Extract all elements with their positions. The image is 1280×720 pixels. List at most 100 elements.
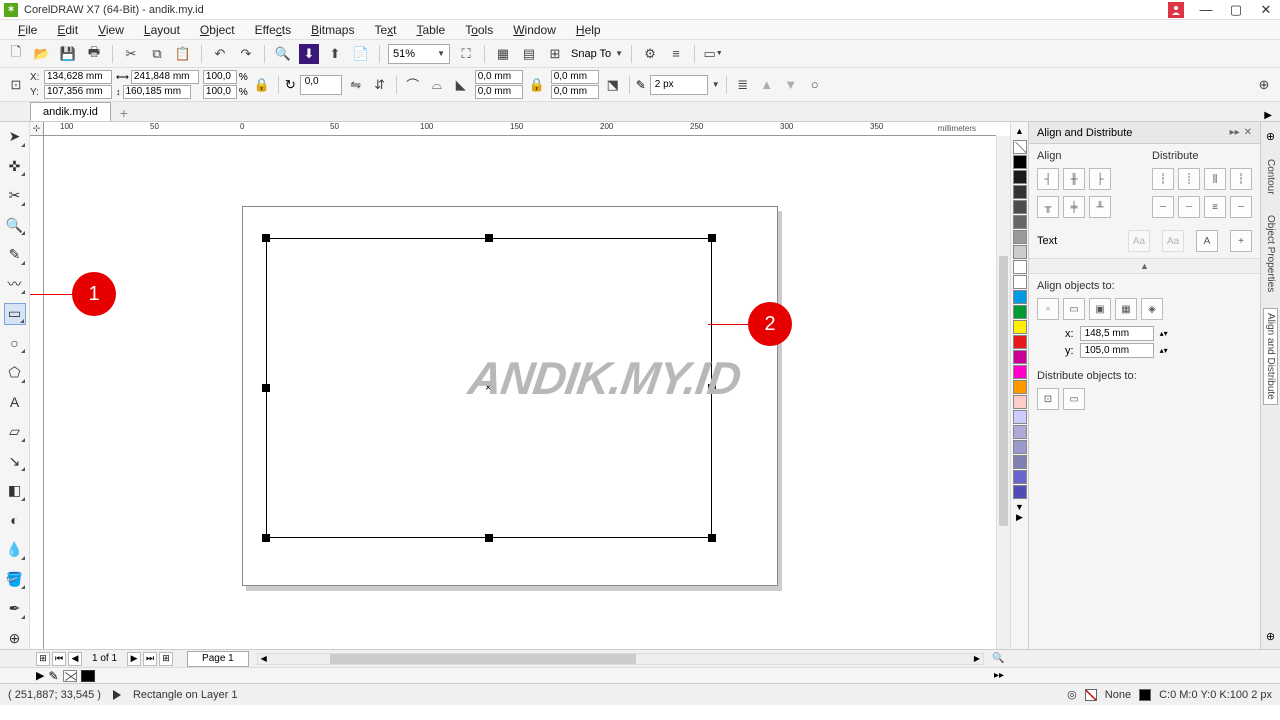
handle-tl[interactable] bbox=[262, 234, 270, 242]
horizontal-scrollbar[interactable]: ◀ ▶ bbox=[257, 653, 984, 665]
horizontal-ruler[interactable]: 100 50 0 50 100 150 200 250 300 350 mill… bbox=[44, 122, 996, 136]
outline-width-input[interactable]: 2 px bbox=[650, 75, 708, 95]
color-swatch[interactable] bbox=[1013, 170, 1027, 184]
color-swatch[interactable] bbox=[1013, 155, 1027, 169]
copy-icon[interactable]: ⧉ bbox=[147, 44, 167, 64]
dist-to-selection-icon[interactable]: ⊡ bbox=[1037, 388, 1059, 410]
docker-collapse-icon[interactable]: ▸▸ bbox=[1230, 127, 1240, 138]
height-input[interactable]: 160,185 mm bbox=[123, 85, 191, 99]
text-tool-icon[interactable]: A bbox=[4, 392, 26, 414]
y-position-input[interactable]: 107,356 mm bbox=[44, 85, 112, 99]
dist-right-icon[interactable]: ┆ bbox=[1230, 168, 1252, 190]
handle-br[interactable] bbox=[708, 534, 716, 542]
menu-view[interactable]: View bbox=[88, 21, 134, 39]
close-button[interactable]: ✕ bbox=[1256, 2, 1276, 18]
menu-object[interactable]: Object bbox=[190, 21, 245, 39]
corner-lock-icon[interactable]: 🔒 bbox=[527, 75, 547, 95]
corner-br-input[interactable]: 0,0 mm bbox=[551, 85, 599, 99]
drawing-canvas[interactable]: × ANDIK.MY.ID 1 2 bbox=[44, 136, 996, 649]
page-zoom-icon[interactable]: 🔍 bbox=[992, 653, 1010, 664]
palette-down-icon[interactable]: ▼ bbox=[1015, 502, 1024, 512]
zoom-level[interactable]: 51%▼ bbox=[388, 44, 450, 64]
handle-bc[interactable] bbox=[485, 534, 493, 542]
align-y-input[interactable]: 105,0 mm bbox=[1080, 343, 1154, 358]
text-align-2-icon[interactable]: Aa bbox=[1162, 230, 1184, 252]
color-swatch[interactable] bbox=[1013, 245, 1027, 259]
fill-tool-icon[interactable]: 🪣 bbox=[4, 569, 26, 591]
color-swatch[interactable] bbox=[1013, 260, 1027, 274]
color-swatch[interactable] bbox=[1013, 440, 1027, 454]
x-position-input[interactable]: 134,628 mm bbox=[44, 70, 112, 84]
align-left-icon[interactable]: ┤ bbox=[1037, 168, 1059, 190]
to-back-icon[interactable]: ▼ bbox=[781, 75, 801, 95]
redo-icon[interactable]: ↷ bbox=[236, 44, 256, 64]
text-align-3-icon[interactable]: A bbox=[1196, 230, 1218, 252]
color-swatch[interactable] bbox=[1013, 350, 1027, 364]
transparency-tool-icon[interactable]: ◐ bbox=[4, 510, 26, 532]
parallel-tool-icon[interactable]: ▱ bbox=[4, 421, 26, 443]
corner-scallop-icon[interactable]: ⌓ bbox=[427, 75, 447, 95]
align-to-page-icon[interactable]: ▭ bbox=[1063, 298, 1085, 320]
page-tab[interactable]: Page 1 bbox=[187, 651, 249, 667]
menu-tools[interactable]: Tools bbox=[455, 21, 503, 39]
menu-effects[interactable]: Effects bbox=[245, 21, 301, 39]
corner-chamfer-icon[interactable]: ◣ bbox=[451, 75, 471, 95]
custom-tool-icon[interactable]: ⊕ bbox=[4, 628, 26, 650]
color-swatch[interactable] bbox=[1013, 215, 1027, 229]
play-icon[interactable] bbox=[113, 690, 121, 700]
prev-page-button[interactable]: ⏮ bbox=[52, 652, 66, 666]
fill-swatch-icon[interactable] bbox=[1085, 689, 1097, 701]
fill-none-swatch[interactable] bbox=[63, 670, 77, 682]
connect-tool-icon[interactable]: ↘ bbox=[4, 451, 26, 473]
add-page-button[interactable]: ⊞ bbox=[159, 652, 173, 666]
tab-object-properties[interactable]: Object Properties bbox=[1264, 211, 1277, 296]
text-align-add-icon[interactable]: + bbox=[1230, 230, 1252, 252]
guides-icon[interactable]: ▤ bbox=[519, 44, 539, 64]
handle-tc[interactable] bbox=[485, 234, 493, 242]
color-swatch[interactable] bbox=[1013, 275, 1027, 289]
align-to-center-icon[interactable]: ▣ bbox=[1089, 298, 1111, 320]
save-icon[interactable]: 💾 bbox=[58, 44, 78, 64]
align-center-h-icon[interactable]: ╫ bbox=[1063, 168, 1085, 190]
color-swatch[interactable] bbox=[1013, 455, 1027, 469]
docker-close-icon[interactable]: ✕ bbox=[1244, 127, 1252, 138]
align-x-input[interactable]: 148,5 mm bbox=[1080, 326, 1154, 341]
quick-customize-icon[interactable]: ⊕ bbox=[1254, 75, 1274, 95]
dist-to-page-icon[interactable]: ▭ bbox=[1063, 388, 1085, 410]
to-front-icon[interactable]: ▲ bbox=[757, 75, 777, 95]
snap-icon[interactable]: ⊞ bbox=[545, 44, 565, 64]
user-badge-icon[interactable] bbox=[1168, 2, 1184, 18]
export-icon[interactable]: ⬆ bbox=[325, 44, 345, 64]
dist-center-h-icon[interactable]: ┊ bbox=[1178, 168, 1200, 190]
align-center-v-icon[interactable]: ╪ bbox=[1063, 196, 1085, 218]
color-swatch[interactable] bbox=[1013, 395, 1027, 409]
handle-tr[interactable] bbox=[708, 234, 716, 242]
color-swatch[interactable] bbox=[1013, 485, 1027, 499]
dist-space-h-icon[interactable]: ⫼ bbox=[1204, 168, 1226, 190]
align-to-objects-icon[interactable]: ▫ bbox=[1037, 298, 1059, 320]
color-proof-icon[interactable]: ◎ bbox=[1067, 688, 1077, 701]
convert-curves-icon[interactable]: ○ bbox=[805, 75, 825, 95]
print-icon[interactable]: 🖶 bbox=[84, 44, 104, 64]
color-swatch[interactable] bbox=[1013, 410, 1027, 424]
no-fill-swatch[interactable] bbox=[1013, 140, 1027, 154]
menu-text[interactable]: Text bbox=[364, 21, 406, 39]
dropshadow-tool-icon[interactable]: ◧ bbox=[4, 480, 26, 502]
pick-tool-icon[interactable]: ➤ bbox=[4, 126, 26, 148]
document-tab[interactable]: andik.my.id bbox=[30, 102, 111, 121]
eyedropper-tool-icon[interactable]: 💧 bbox=[4, 539, 26, 561]
docker-expand-icon[interactable]: ⊕ bbox=[1266, 630, 1275, 643]
vertical-scrollbar[interactable] bbox=[996, 136, 1010, 649]
maximize-button[interactable]: ▢ bbox=[1226, 2, 1246, 18]
align-right-icon[interactable]: ├ bbox=[1089, 168, 1111, 190]
tab-contour[interactable]: Contour bbox=[1264, 155, 1277, 199]
menu-layout[interactable]: Layout bbox=[134, 21, 190, 39]
menu-file[interactable]: File bbox=[8, 21, 47, 39]
menu-bitmaps[interactable]: Bitmaps bbox=[301, 21, 364, 39]
minimize-button[interactable]: — bbox=[1196, 2, 1216, 18]
shape-tool-icon[interactable]: ✜ bbox=[4, 156, 26, 178]
scale-x-input[interactable]: 100,0 bbox=[203, 70, 237, 84]
wrap-text-icon[interactable]: ≣ bbox=[733, 75, 753, 95]
new-icon[interactable]: 🗋 bbox=[6, 44, 26, 64]
color-swatch[interactable] bbox=[1013, 230, 1027, 244]
